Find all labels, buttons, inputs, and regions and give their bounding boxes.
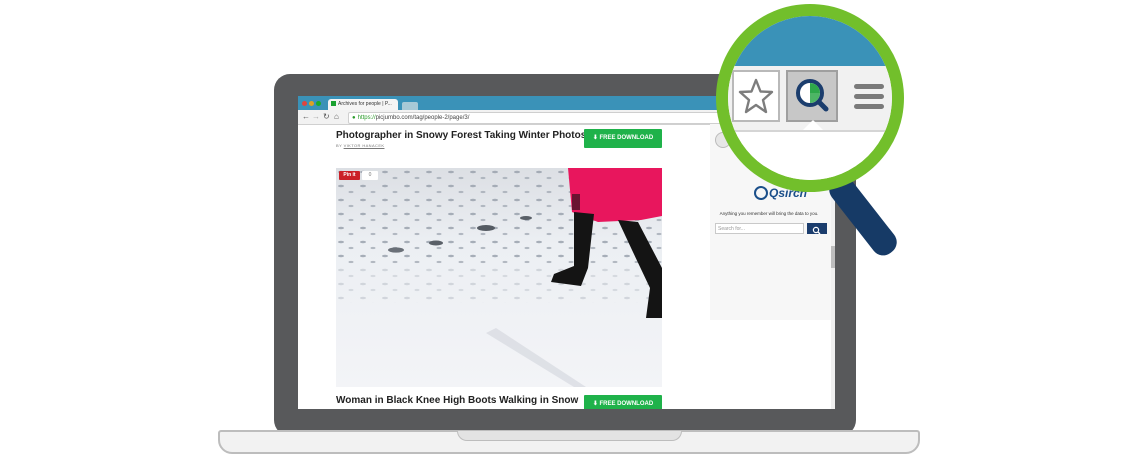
snow-photo[interactable]: Pin it 0	[336, 168, 662, 387]
forward-arrow-icon[interactable]: →	[312, 110, 320, 124]
lens-tab-bar	[728, 16, 892, 66]
post-title[interactable]: Woman in Black Knee High Boots Walking i…	[336, 395, 578, 406]
pinterest-pin-button[interactable]: Pin it	[339, 171, 360, 180]
post-byline: BY VIKTOR HANACEK	[336, 143, 384, 148]
reload-icon[interactable]: ↻	[323, 110, 330, 124]
free-download-button[interactable]: ⬇ FREE DOWNLOAD	[584, 129, 662, 148]
qsirch-icon	[796, 79, 829, 112]
url-scheme: https://	[357, 115, 376, 121]
magnifier-lens	[728, 16, 892, 180]
bookmark-star-button[interactable]	[732, 70, 780, 122]
lock-icon: ●	[352, 115, 356, 121]
download-label: FREE DOWNLOAD	[599, 135, 654, 141]
qsirch-search-button[interactable]	[807, 223, 827, 235]
new-tab-button[interactable]	[402, 102, 418, 110]
address-bar[interactable]: ● https://picjumbo.com/tag/people-2/page/…	[348, 112, 770, 124]
close-window-icon[interactable]	[302, 101, 307, 106]
laptop-notch	[457, 431, 682, 441]
tab-title: Archives for people | P...	[338, 101, 392, 107]
star-icon	[738, 78, 774, 114]
popup-caret	[803, 120, 823, 130]
qsirch-extension-button[interactable]	[786, 70, 838, 122]
download-label: FREE DOWNLOAD	[599, 401, 654, 407]
scrollbar-thumb[interactable]	[831, 246, 835, 268]
favicon-icon	[331, 101, 336, 107]
free-download-button[interactable]: ⬇ FREE DOWNLOAD	[584, 395, 662, 409]
author-link[interactable]: VIKTOR HANACEK	[344, 143, 385, 148]
maximize-window-icon[interactable]	[316, 101, 321, 106]
search-icon	[812, 226, 821, 235]
download-icon: ⬇	[592, 135, 598, 141]
url-path: picjumbo.com/tag/people-2/page/3/	[375, 115, 470, 121]
qsirch-tagline: Anything you remember will bring the dat…	[719, 211, 819, 216]
pin-count: 0	[362, 171, 378, 180]
byline-prefix: BY	[336, 143, 343, 148]
browser-tab-active[interactable]: Archives for people | P...	[328, 99, 398, 110]
home-icon[interactable]: ⌂	[334, 110, 339, 124]
qsirch-logo-icon	[754, 185, 768, 200]
minimize-window-icon[interactable]	[309, 101, 314, 106]
snow-photo-image	[336, 168, 662, 387]
back-arrow-icon[interactable]: ←	[302, 110, 310, 124]
post-title[interactable]: Photographer in Snowy Forest Taking Wint…	[336, 130, 586, 141]
qsirch-search-input[interactable]: Search for...	[715, 223, 804, 234]
lens-panel-area	[728, 132, 892, 180]
hamburger-menu-icon[interactable]	[854, 80, 888, 114]
download-icon: ⬇	[592, 401, 598, 407]
